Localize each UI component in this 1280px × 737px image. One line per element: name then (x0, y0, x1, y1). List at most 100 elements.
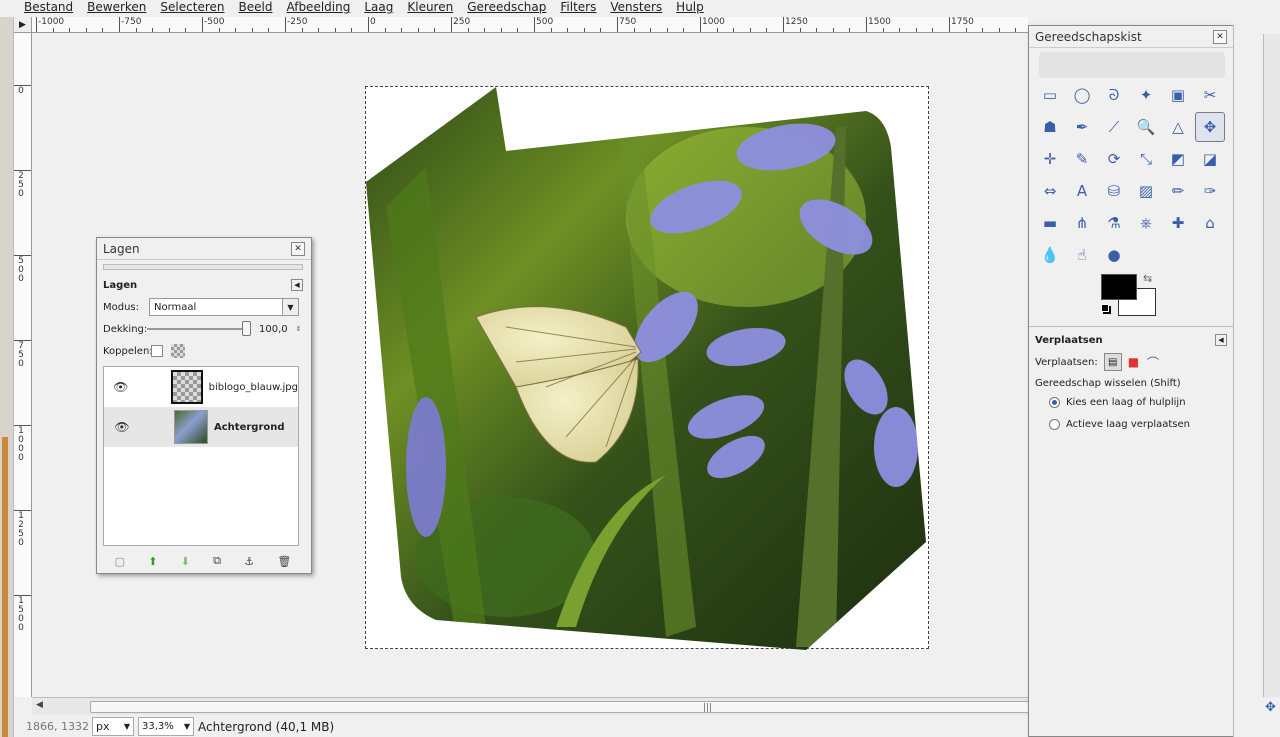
layer-name[interactable]: Achtergrond (214, 422, 285, 433)
menu-kleuren[interactable]: Kleuren (407, 0, 453, 15)
ellipse-select-icon[interactable]: ◯ (1067, 80, 1097, 110)
scroll-left-arrow-icon[interactable]: ◀ (36, 700, 43, 710)
layers-dialog-titlebar[interactable]: Lagen ✕ (97, 238, 311, 260)
move-path-icon[interactable]: ⌒ (1147, 354, 1159, 371)
tab-menu-icon[interactable]: ◀ (291, 279, 303, 291)
radio-pick-layer-label[interactable]: Kies een laag of hulplijn (1066, 397, 1186, 408)
ruler-tick-label: 1500 (868, 17, 891, 27)
shear-icon[interactable]: ◩ (1163, 144, 1193, 174)
text-icon[interactable]: A (1067, 176, 1097, 206)
lock-alpha-icon[interactable] (171, 344, 185, 358)
status-message: Achtergrond (40,1 MB) (198, 719, 335, 734)
smudge-icon[interactable]: ☝ (1067, 240, 1097, 270)
move-label: Verplaatsen: (1035, 356, 1098, 368)
layer-name[interactable]: biblogo_blauw.jpg (209, 382, 298, 393)
close-icon[interactable]: ✕ (1213, 29, 1227, 44)
blend-icon[interactable]: ▨ (1131, 176, 1161, 206)
navigate-icon[interactable]: ✥ (1265, 700, 1276, 715)
pencil-icon[interactable]: ✏ (1163, 176, 1193, 206)
ruler-minor-tick (749, 28, 751, 32)
anchor-layer-icon[interactable]: ⚓ (244, 555, 254, 568)
radio-move-active-label[interactable]: Actieve laag verplaatsen (1066, 419, 1190, 430)
opacity-value[interactable]: 100,0 (259, 324, 288, 335)
eye-icon[interactable]: 👁 (108, 420, 136, 434)
measure-icon[interactable]: △ (1163, 112, 1193, 142)
menu-bestand[interactable]: Bestand (24, 0, 73, 15)
ruler-minor-tick (384, 28, 386, 32)
ink-icon[interactable]: ⚗ (1099, 208, 1129, 238)
radio-pick-layer[interactable] (1049, 396, 1060, 408)
perspective-clone-icon[interactable]: ⌂ (1195, 208, 1225, 238)
duplicate-layer-icon[interactable]: ⧉ (213, 554, 221, 568)
ruler-minor-tick (500, 28, 502, 32)
delete-layer-icon[interactable]: 🗑 (277, 555, 291, 568)
mode-select[interactable]: Normaal ▼ (149, 298, 299, 316)
menu-afbeelding[interactable]: Afbeelding (286, 0, 350, 15)
ruler-corner-button[interactable]: ▶ (14, 17, 32, 33)
rect-select-icon[interactable]: ▭ (1035, 80, 1065, 110)
paintbrush-icon[interactable]: ✑ (1195, 176, 1225, 206)
dodge-burn-icon[interactable]: ● (1099, 240, 1129, 270)
menu-vensters[interactable]: Vensters (610, 0, 662, 15)
perspective-icon[interactable]: ◪ (1195, 144, 1225, 174)
swap-colors-icon[interactable]: ⇆ (1143, 272, 1152, 285)
radio-move-active[interactable] (1049, 418, 1060, 430)
menu-selecteren[interactable]: Selecteren (160, 0, 224, 15)
spin-arrows-icon[interactable]: ⇕ (296, 325, 302, 333)
raise-layer-icon[interactable]: ⬆ (148, 555, 157, 568)
align-icon[interactable]: ✛ (1035, 144, 1065, 174)
crop-icon[interactable]: ✎ (1067, 144, 1097, 174)
foreground-color[interactable] (1101, 274, 1137, 300)
ruler-tick-label: -500 (204, 17, 225, 27)
vertical-ruler[interactable]: 0 250 500 750 1000 1250 1500 (14, 33, 32, 697)
eraser-icon[interactable]: ▬ (1035, 208, 1065, 238)
scale-icon[interactable]: ⤡ (1131, 144, 1161, 174)
menu-bewerken[interactable]: Bewerken (87, 0, 146, 15)
reset-colors-icon[interactable] (1101, 304, 1109, 312)
menu-gereedschap[interactable]: Gereedschap (467, 0, 546, 15)
color-picker-icon[interactable]: ⟋ (1099, 112, 1129, 142)
zoom-icon[interactable]: 🔍 (1131, 112, 1161, 142)
layer-row-achtergrond[interactable]: 👁 Achtergrond (104, 407, 298, 447)
horizontal-scrollbar[interactable]: ◀ ||| (32, 697, 1050, 715)
move-selection-icon[interactable]: ■ (1128, 355, 1139, 369)
move-layer-icon[interactable]: ▤ (1103, 353, 1122, 371)
menu-hulp[interactable]: Hulp (676, 0, 704, 15)
paths-icon[interactable]: ✒ (1067, 112, 1097, 142)
zoom-select[interactable]: 33,3% ▼ (138, 717, 194, 736)
scroll-thumb[interactable]: ||| (90, 701, 1050, 713)
dock-handle[interactable] (103, 264, 303, 270)
vertical-scrollbar[interactable] (1263, 34, 1280, 697)
layer-row-biblogo[interactable]: 👁 biblogo_blauw.jpg (104, 367, 298, 407)
select-by-color-icon[interactable]: ▣ (1163, 80, 1193, 110)
ruler-major-tick (202, 17, 203, 32)
rotate-icon[interactable]: ⟳ (1099, 144, 1129, 174)
lower-layer-icon[interactable]: ⬇ (181, 555, 190, 568)
scissors-icon[interactable]: ✂ (1195, 80, 1225, 110)
eye-icon[interactable]: 👁 (108, 380, 133, 394)
fuzzy-select-icon[interactable]: ✦ (1131, 80, 1161, 110)
ruler-minor-tick (832, 28, 834, 32)
unit-select[interactable]: px ▼ (92, 717, 134, 736)
airbrush-icon[interactable]: ⋔ (1067, 208, 1097, 238)
menu-filters[interactable]: Filters (560, 0, 596, 15)
move-icon[interactable]: ✥ (1195, 112, 1225, 142)
foreground-select-icon[interactable]: ☗ (1035, 112, 1065, 142)
menu-beeld[interactable]: Beeld (238, 0, 272, 15)
opacity-slider[interactable] (147, 321, 251, 336)
opacity-slider-knob[interactable] (242, 321, 251, 336)
free-select-icon[interactable]: ᘐ (1099, 80, 1129, 110)
link-checkbox[interactable] (151, 345, 163, 357)
bucket-fill-icon[interactable]: ⛁ (1099, 176, 1129, 206)
blur-icon[interactable]: 💧 (1035, 240, 1065, 270)
tab-menu-icon[interactable]: ◀ (1215, 334, 1227, 346)
layer-list[interactable]: 👁 biblogo_blauw.jpg 👁 Achtergrond (103, 366, 299, 546)
new-layer-icon[interactable]: ▢ (115, 555, 125, 568)
clone-icon[interactable]: ⎈ (1131, 208, 1161, 238)
toolbox-titlebar[interactable]: Gereedschapskist ✕ (1029, 26, 1233, 48)
menu-laag[interactable]: Laag (364, 0, 393, 15)
close-icon[interactable]: ✕ (291, 241, 305, 256)
horizontal-ruler[interactable]: -1000 -750 -500 -250 0 250 500 750 1000 1250 1500 1… (32, 17, 1028, 33)
flip-icon[interactable]: ⇔ (1035, 176, 1065, 206)
heal-icon[interactable]: ✚ (1163, 208, 1193, 238)
